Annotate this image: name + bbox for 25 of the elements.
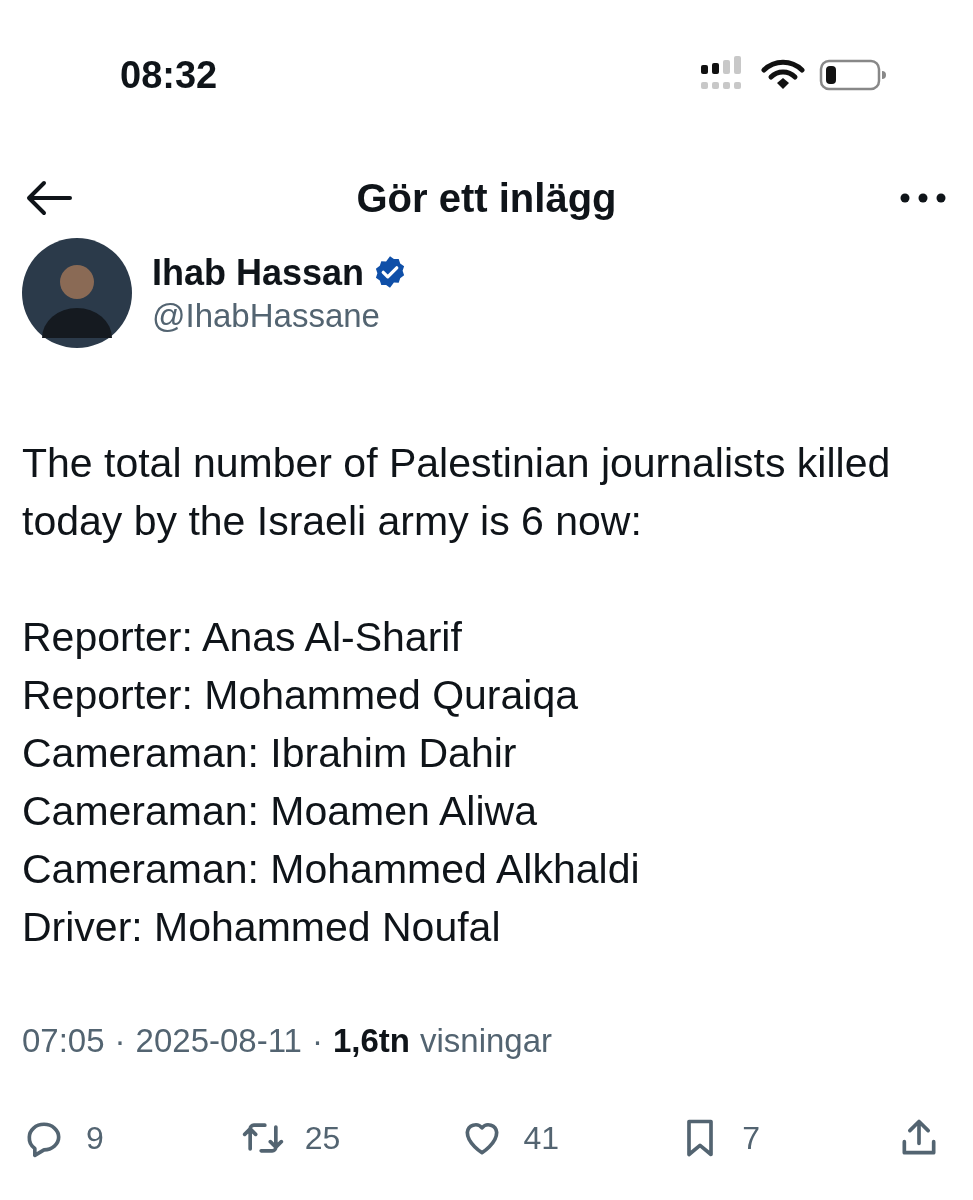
- post-line: Cameraman: Mohammed Alkhaldi: [22, 845, 641, 894]
- more-icon: [899, 192, 947, 204]
- wifi-icon: [761, 58, 805, 92]
- back-arrow-icon: [24, 180, 72, 216]
- page-title: Gör ett inlägg: [356, 175, 617, 222]
- author-handle: @IhabHassane: [152, 295, 381, 336]
- reply-button[interactable]: 9: [22, 1113, 142, 1162]
- post-text: The total number of Palestinian journalists killed today by the Israeli army is 6 now:: [22, 439, 892, 546]
- status-time: 08:32: [120, 56, 218, 94]
- like-button[interactable]: 41: [459, 1113, 580, 1162]
- bookmark-button[interactable]: 7: [678, 1113, 799, 1162]
- post-date: 2025-08-11: [135, 1021, 302, 1061]
- post-line: Cameraman: Ibrahim Dahir: [22, 729, 518, 778]
- separator-dot: ·: [114, 1021, 126, 1061]
- post-line: Reporter: Anas Al-Sharif: [22, 613, 463, 662]
- views-count: 1,6tn: [332, 1021, 410, 1061]
- views-label: visningar: [420, 1021, 553, 1061]
- post-line: Driver: Mohammed Noufal: [22, 903, 502, 952]
- post-line: Cameraman: Moamen Aliwa: [22, 787, 538, 836]
- post-line: Reporter: Mohammed Quraiqa: [22, 671, 580, 720]
- post-time: 07:05: [22, 1021, 105, 1061]
- repost-button[interactable]: 25: [240, 1113, 361, 1162]
- battery-icon: [819, 58, 889, 92]
- author-name: Ihab Hassan: [152, 250, 365, 295]
- separator-dot: ·: [311, 1021, 323, 1061]
